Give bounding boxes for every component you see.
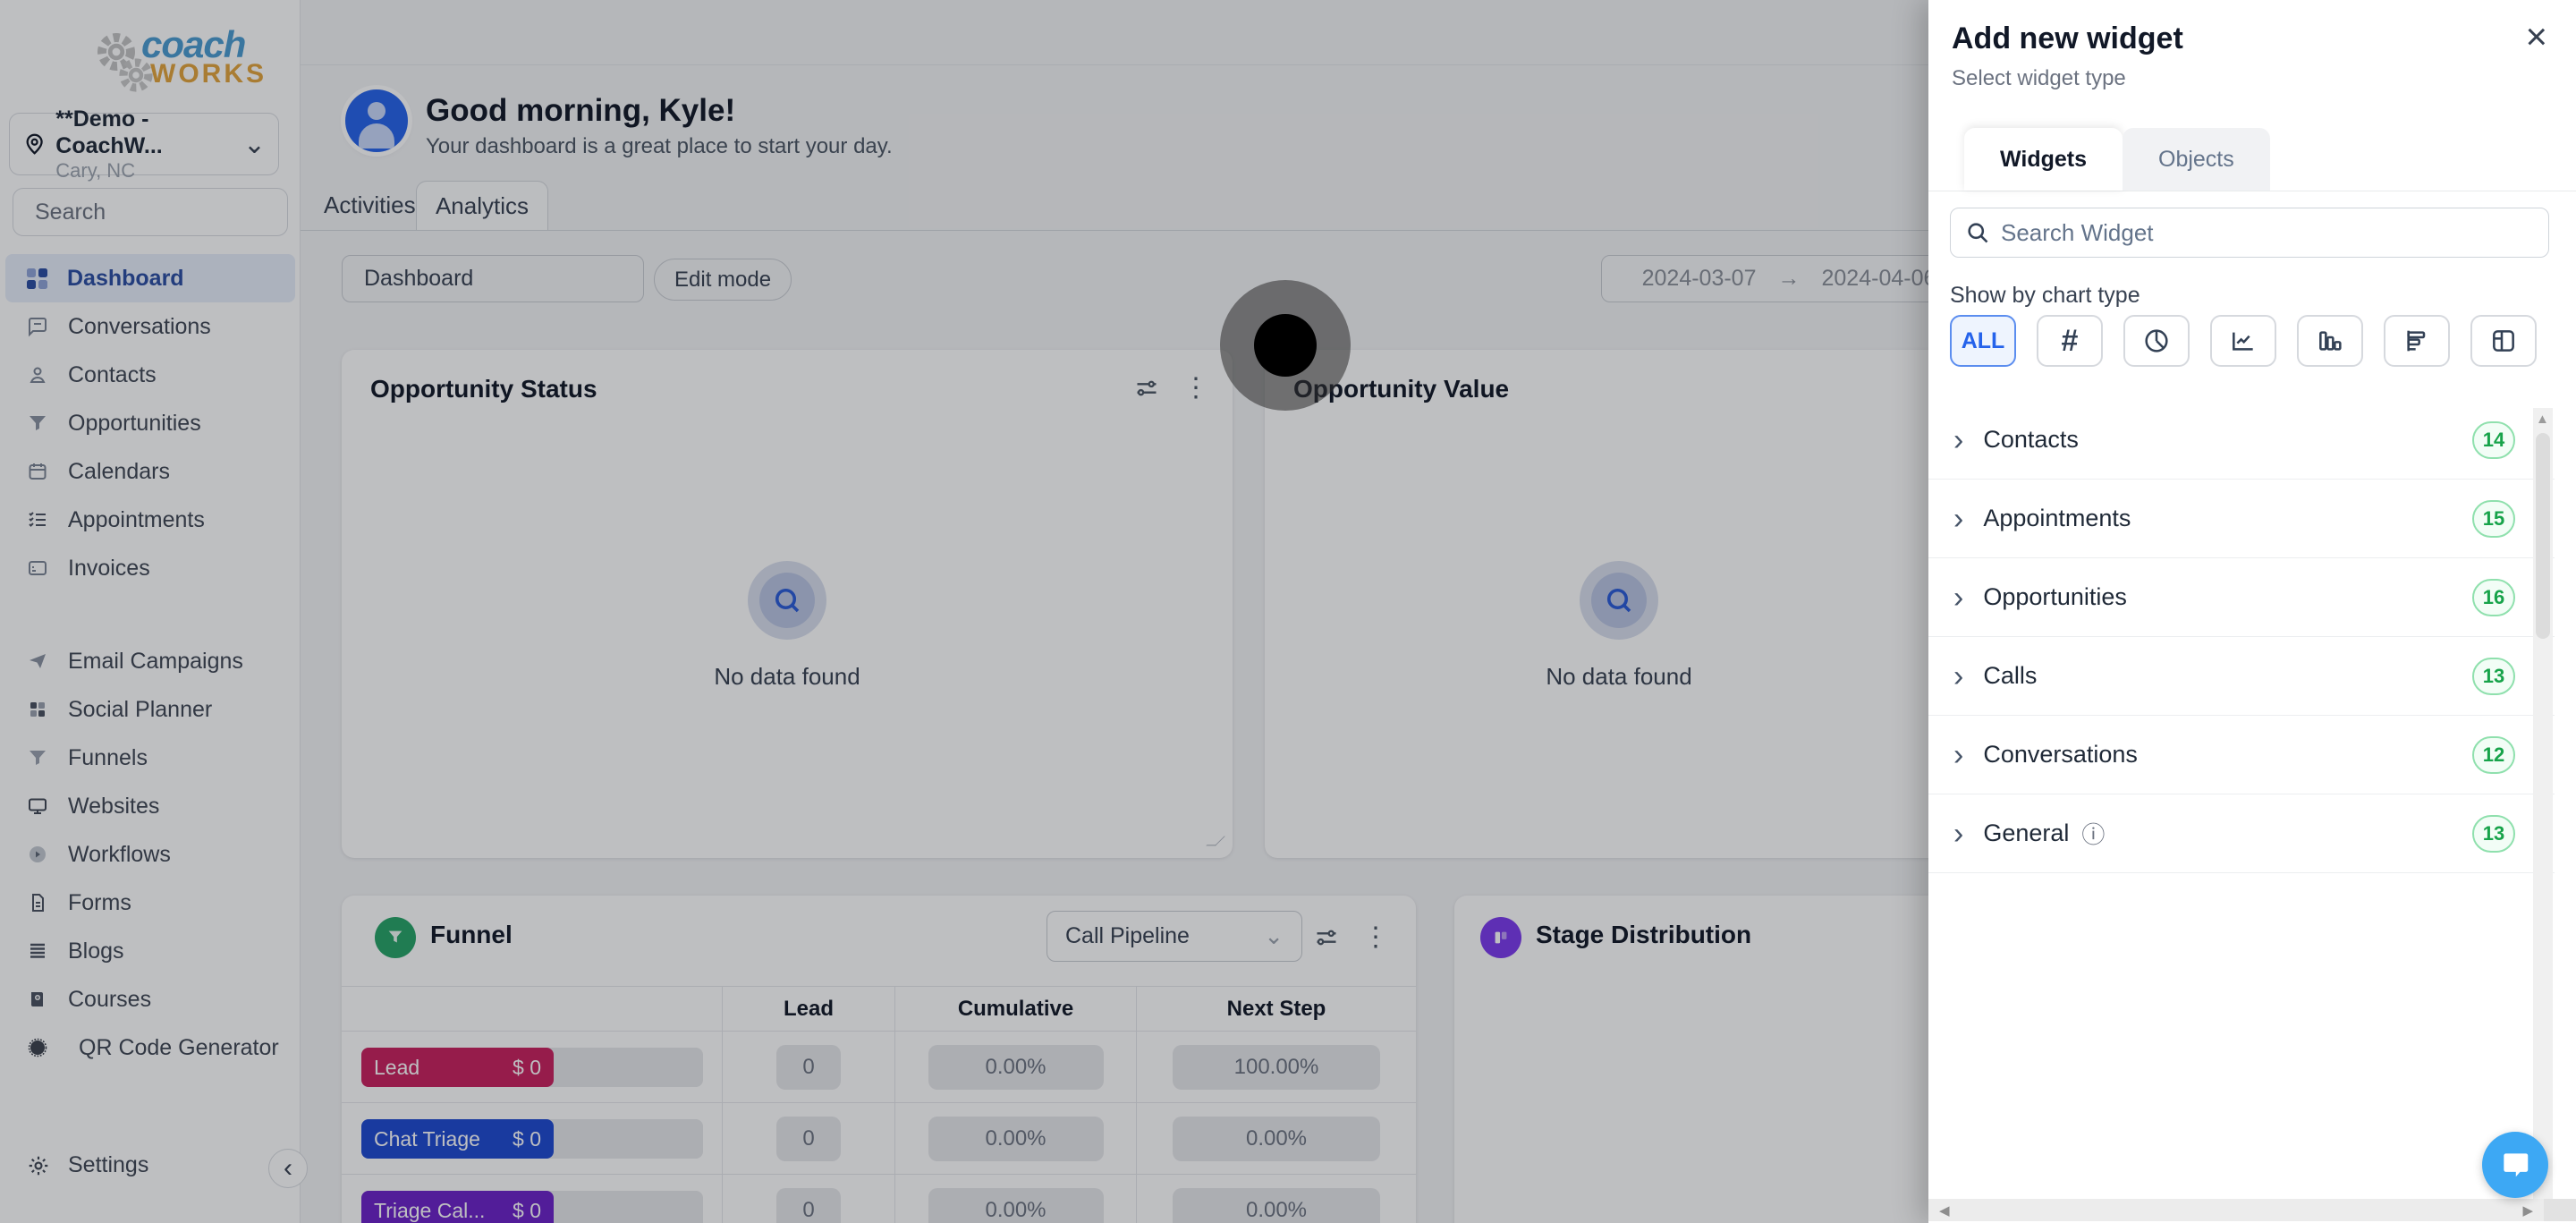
widget-category-list: › Contacts 14 › Appointments 15 › Opport… xyxy=(1928,401,2555,873)
chart-type-all-button[interactable]: ALL xyxy=(1950,315,2016,367)
chevron-right-icon: › xyxy=(1953,501,1964,536)
chevron-right-icon: › xyxy=(1953,422,1964,457)
chart-type-bar-button[interactable] xyxy=(2297,315,2363,367)
category-calls[interactable]: › Calls 13 xyxy=(1928,637,2555,716)
add-widget-panel: Add new widget Select widget type × Widg… xyxy=(1928,0,2576,1223)
count-badge: 12 xyxy=(2472,735,2515,774)
horizontal-scrollbar[interactable]: ◀ ▶ xyxy=(1928,1199,2544,1221)
chart-type-pie-button[interactable] xyxy=(2123,315,2190,367)
click-indicator xyxy=(1220,280,1351,411)
panel-subtitle: Select widget type xyxy=(1952,66,2126,90)
tab-widgets[interactable]: Widgets xyxy=(1964,128,2123,191)
horizontal-bar-chart-icon xyxy=(2407,330,2426,352)
chart-type-filter-label: Show by chart type xyxy=(1950,283,2140,308)
category-conversations[interactable]: › Conversations 12 xyxy=(1928,716,2555,794)
chart-type-line-button[interactable] xyxy=(2210,315,2276,367)
category-opportunities[interactable]: › Opportunities 16 xyxy=(1928,558,2555,637)
chevron-right-icon: › xyxy=(1953,737,1964,772)
info-icon: ⓘ xyxy=(2081,821,2106,848)
scroll-left-arrow-icon[interactable]: ◀ xyxy=(1939,1202,1950,1219)
app-root: coach WORKS **Demo - CoachW... Cary, NC … xyxy=(0,0,2576,1223)
count-badge: 16 xyxy=(2472,578,2515,616)
chat-bubble-icon xyxy=(2504,1153,2529,1177)
table-icon xyxy=(2493,330,2514,352)
scroll-right-arrow-icon[interactable]: ▶ xyxy=(2522,1202,2533,1219)
search-icon xyxy=(1968,223,1988,243)
widget-search[interactable] xyxy=(1950,208,2549,258)
count-badge: 15 xyxy=(2472,499,2515,538)
tab-objects[interactable]: Objects xyxy=(2123,128,2270,191)
panel-tabs: Widgets Objects xyxy=(1928,128,2576,191)
chevron-right-icon: › xyxy=(1953,580,1964,615)
chart-type-number-button[interactable]: # xyxy=(2037,315,2103,367)
category-appointments[interactable]: › Appointments 15 xyxy=(1928,480,2555,558)
category-general[interactable]: › General ⓘ 13 xyxy=(1928,794,2555,873)
widget-search-input[interactable] xyxy=(2001,218,2534,247)
vertical-scrollbar[interactable]: ▲ xyxy=(2533,408,2553,1199)
chart-type-filter: ALL # xyxy=(1950,315,2537,367)
chart-type-horizontal-bar-button[interactable] xyxy=(2384,315,2450,367)
panel-title: Add new widget xyxy=(1952,21,2183,55)
modal-backdrop[interactable] xyxy=(0,0,1928,1223)
count-badge: 13 xyxy=(2472,657,2515,695)
close-icon[interactable]: × xyxy=(2525,18,2547,55)
count-badge: 14 xyxy=(2472,420,2515,459)
chart-type-table-button[interactable] xyxy=(2470,315,2537,367)
category-contacts[interactable]: › Contacts 14 xyxy=(1928,401,2555,480)
chevron-right-icon: › xyxy=(1953,658,1964,693)
count-badge: 13 xyxy=(2472,814,2515,853)
line-chart-icon xyxy=(2233,332,2253,351)
number-icon: # xyxy=(2061,323,2079,358)
chevron-right-icon: › xyxy=(1953,816,1964,851)
scrollbar-corner xyxy=(2544,1199,2576,1221)
scrollbar-thumb[interactable] xyxy=(2536,433,2550,639)
bar-chart-icon xyxy=(2319,331,2342,351)
chat-launcher[interactable] xyxy=(2482,1132,2548,1198)
pie-chart-icon xyxy=(2145,329,2168,352)
scroll-up-arrow-icon[interactable]: ▲ xyxy=(2536,412,2549,427)
